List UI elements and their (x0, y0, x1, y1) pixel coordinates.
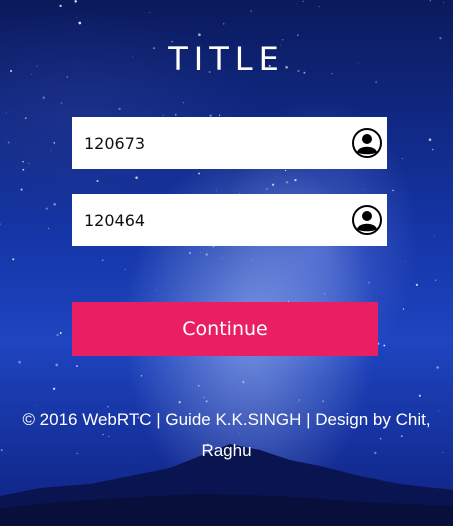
star (178, 401, 181, 404)
star (402, 308, 405, 310)
star (135, 176, 138, 179)
star (53, 202, 57, 206)
star (12, 258, 15, 261)
star (285, 181, 289, 184)
page-title: TITLE (168, 40, 285, 78)
star (401, 157, 403, 160)
star (56, 333, 59, 337)
star (124, 268, 126, 270)
star (60, 102, 63, 104)
star (284, 169, 287, 172)
star (7, 141, 10, 144)
star (182, 101, 185, 104)
star (296, 3, 297, 4)
star (383, 344, 386, 347)
star (251, 260, 253, 262)
star (22, 161, 24, 163)
user-circle-icon (352, 205, 382, 235)
star (216, 190, 217, 192)
star (242, 380, 245, 384)
star (47, 227, 50, 230)
star (434, 236, 436, 237)
star (59, 4, 62, 8)
star (271, 183, 275, 186)
star (0, 223, 1, 225)
star (296, 34, 299, 37)
star (415, 283, 419, 287)
id-input-2[interactable] (84, 194, 344, 246)
star (276, 176, 277, 178)
star (96, 179, 99, 183)
star (368, 281, 370, 284)
star (28, 163, 30, 165)
star (318, 6, 320, 8)
star (53, 142, 56, 144)
star (443, 1, 444, 3)
star (302, 0, 304, 2)
star (5, 112, 7, 114)
star (198, 172, 200, 175)
star (188, 252, 191, 255)
star (221, 257, 223, 259)
star (175, 114, 177, 116)
star (162, 114, 164, 116)
star (55, 363, 58, 367)
star (297, 401, 299, 403)
star (418, 394, 422, 397)
star (140, 374, 143, 377)
star (436, 366, 439, 369)
continue-button[interactable]: Continue (72, 302, 378, 356)
star (324, 293, 326, 295)
star (101, 259, 104, 262)
star (375, 81, 377, 83)
star (431, 148, 434, 151)
star (322, 400, 324, 402)
footer-line-1: © 2016 WebRTC | Guide K.K.SINGH | Design… (22, 410, 431, 429)
star (363, 189, 364, 190)
id-field-1[interactable] (72, 117, 387, 169)
star (45, 207, 48, 210)
star (50, 150, 52, 152)
star (118, 107, 121, 111)
star (198, 384, 200, 387)
star (52, 387, 56, 390)
star (392, 189, 394, 192)
star (428, 138, 432, 141)
id-input-1[interactable] (84, 117, 344, 169)
star (149, 12, 151, 14)
star (266, 188, 268, 190)
star (76, 365, 78, 368)
star (434, 279, 437, 281)
star (429, 0, 431, 2)
star (203, 396, 205, 399)
star (74, 0, 77, 3)
star (24, 117, 27, 119)
star (294, 178, 297, 182)
star (205, 400, 208, 403)
star (223, 23, 225, 25)
star (404, 261, 406, 262)
star (198, 33, 201, 37)
star (298, 399, 300, 401)
star (218, 114, 221, 117)
star (42, 96, 45, 99)
star (200, 252, 202, 254)
footer-credits: © 2016 WebRTC | Guide K.K.SINGH | Design… (10, 404, 443, 466)
user-circle-icon (352, 128, 382, 158)
footer-line-2: Raghu (201, 441, 252, 460)
star (22, 168, 25, 171)
star (155, 289, 157, 291)
star (205, 253, 208, 256)
id-field-2[interactable] (72, 194, 387, 246)
star (78, 21, 82, 25)
star (18, 360, 21, 364)
star (76, 16, 77, 18)
star (20, 188, 23, 191)
star (59, 332, 62, 334)
star (250, 10, 252, 12)
